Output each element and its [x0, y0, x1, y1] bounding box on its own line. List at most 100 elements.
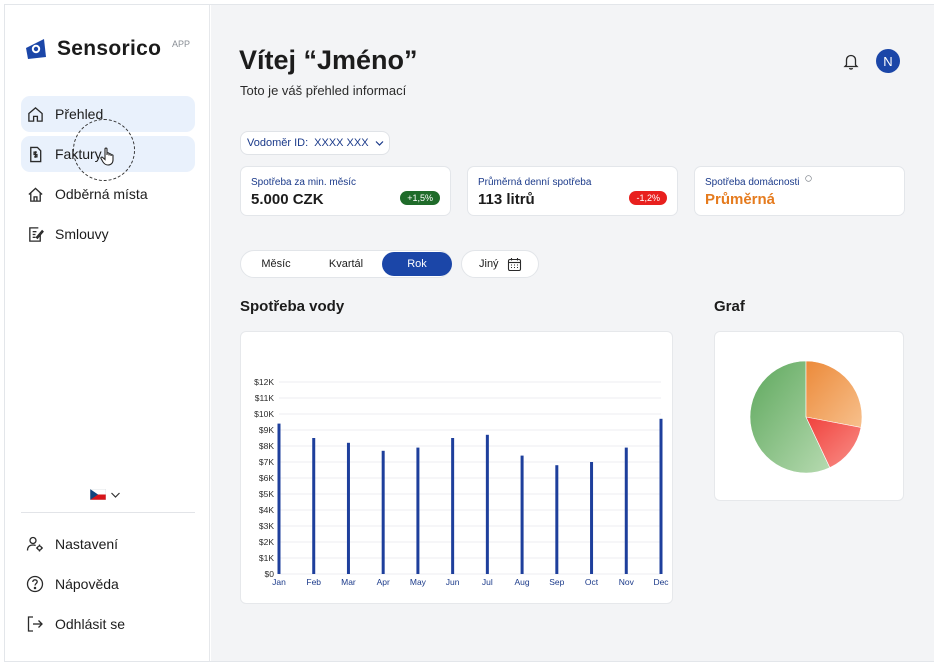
- tab-kvartal[interactable]: Kvartál: [313, 252, 379, 276]
- x-tick-label: Jun: [446, 577, 460, 587]
- x-tick-label: Dec: [653, 577, 669, 587]
- y-tick-label: $5K: [259, 489, 274, 499]
- sidebar-item-label: Nápověda: [55, 576, 119, 592]
- pie-chart: [749, 360, 863, 474]
- x-tick-label: Apr: [377, 577, 390, 587]
- cursor-highlight: [73, 119, 135, 181]
- x-tick-label: Feb: [306, 577, 321, 587]
- bar-feb: [312, 438, 316, 574]
- bar-mar: [346, 442, 350, 574]
- contract-icon: [26, 225, 44, 243]
- main-content: Vítej “Jméno” Toto je váš přehled inform…: [211, 5, 934, 661]
- custom-period-button[interactable]: Jiný: [461, 250, 539, 278]
- chevron-down-icon: [375, 140, 383, 146]
- stat-card-monthly: Spotřeba za min. měsíc 5.000 CZK +1,5%: [240, 166, 451, 216]
- bar-chart: $0$1K$2K$3K$4K$5K$6K$7K$8K$9K$10K$11K$12…: [254, 377, 669, 587]
- page-subtitle: Toto je váš přehled informací: [240, 83, 407, 98]
- period-tabs: Měsíc Kvartál Rok: [240, 250, 452, 278]
- y-tick-label: $12K: [254, 377, 274, 387]
- bar-nov: [624, 447, 628, 574]
- custom-period-label: Jiný: [479, 258, 499, 270]
- stat-card-household: Spotřeba domácnosti Průměrná: [694, 166, 905, 216]
- stat-change-badge: -1,2%: [629, 191, 667, 205]
- bar-dec: [659, 418, 663, 574]
- x-tick-label: Jul: [482, 577, 493, 587]
- stat-change-badge: +1,5%: [400, 191, 440, 205]
- x-tick-label: May: [410, 577, 427, 587]
- language-selector[interactable]: [90, 489, 121, 500]
- bar-sep: [555, 465, 559, 574]
- bell-icon[interactable]: [842, 52, 860, 70]
- x-tick-label: Nov: [619, 577, 635, 587]
- bar-jan: [277, 423, 281, 574]
- y-tick-label: $2K: [259, 537, 274, 547]
- sidebar-item-nastaveni[interactable]: Nastavení: [21, 526, 195, 562]
- stat-value: Průměrná: [705, 191, 776, 208]
- avatar[interactable]: N: [876, 49, 900, 73]
- app-window: Sensorico APP Přehled Faktury Odběrná mí…: [0, 0, 938, 666]
- bar-oct: [590, 462, 594, 574]
- y-tick-label: $7K: [259, 457, 274, 467]
- logout-icon: [26, 615, 44, 633]
- stat-label: Spotřeba za min. měsíc: [251, 177, 357, 188]
- y-tick-label: $3K: [259, 521, 274, 531]
- sidebar: Sensorico APP Přehled Faktury Odběrná mí…: [5, 5, 210, 661]
- y-tick-label: $8K: [259, 441, 274, 451]
- stat-value: 5.000 CZK: [251, 191, 324, 208]
- app-name: Sensorico: [57, 37, 162, 60]
- sidebar-item-odhlasit[interactable]: Odhlásit se: [21, 606, 195, 642]
- graph-title: Graf: [714, 298, 745, 315]
- y-tick-label: $1K: [259, 553, 274, 563]
- bar-apr: [381, 450, 385, 574]
- consumption-title: Spotřeba vody: [240, 298, 345, 315]
- bar-jul: [485, 434, 489, 574]
- bar-may: [416, 447, 420, 574]
- sidebar-item-odberna-mista[interactable]: Odběrná místa: [21, 176, 195, 212]
- logo[interactable]: Sensorico APP: [24, 37, 190, 61]
- house-icon: [26, 185, 44, 203]
- sidebar-divider: [21, 512, 195, 513]
- meter-select[interactable]: Vodoměr ID: XXXX XXX: [240, 131, 390, 155]
- invoice-icon: [26, 145, 44, 163]
- chevron-down-icon: [111, 492, 120, 498]
- y-tick-label: $4K: [259, 505, 274, 515]
- y-tick-label: $10K: [254, 409, 274, 419]
- page-title: Vítej “Jméno”: [239, 45, 418, 75]
- pie-slice-1: [805, 360, 863, 428]
- tab-mesic[interactable]: Měsíc: [245, 252, 307, 276]
- x-tick-label: Jan: [272, 577, 286, 587]
- sidebar-item-label: Smlouvy: [55, 226, 109, 242]
- sidebar-item-label: Odhlásit se: [55, 616, 126, 632]
- bar-chart-card: $0 $1K $2K $3K $4K $5K $6K $7K $8K $9K $10K $11K $12…: [240, 331, 673, 604]
- stat-label: Spotřeba domácnosti: [705, 177, 800, 188]
- pie-chart-card: [714, 331, 904, 501]
- tab-rok[interactable]: Rok: [382, 252, 452, 276]
- meter-value: XXXX XXX: [314, 137, 369, 149]
- hand-cursor-icon: [100, 147, 114, 166]
- logo-mark-icon: [26, 39, 46, 59]
- stat-card-daily: Průměrná denní spotřeba 113 litrů -1,2%: [467, 166, 678, 216]
- y-tick-label: $11K: [255, 393, 275, 403]
- home-icon: [26, 105, 44, 123]
- sidebar-item-smlouvy[interactable]: Smlouvy: [21, 216, 195, 252]
- stat-value: 113 litrů: [478, 191, 535, 208]
- sidebar-item-label: Nastavení: [55, 536, 119, 552]
- sidebar-item-label: Odběrná místa: [55, 186, 148, 202]
- calendar-icon: [507, 257, 521, 271]
- x-tick-label: Sep: [549, 577, 564, 587]
- x-tick-label: Aug: [515, 577, 530, 587]
- help-icon: [26, 575, 44, 593]
- sidebar-item-napoveda[interactable]: Nápověda: [21, 566, 195, 602]
- x-tick-label: Oct: [585, 577, 599, 587]
- bar-jun: [451, 438, 455, 574]
- user-settings-icon: [26, 535, 44, 553]
- meter-label: Vodoměr ID:: [247, 137, 309, 149]
- czech-flag-icon: [90, 489, 106, 500]
- bar-aug: [520, 455, 524, 574]
- stat-label: Průměrná denní spotřeba: [478, 177, 592, 188]
- app-badge: APP: [172, 39, 191, 49]
- info-icon[interactable]: [805, 175, 812, 182]
- y-tick-label: $6K: [259, 473, 274, 483]
- x-tick-label: Mar: [341, 577, 356, 587]
- y-tick-label: $9K: [259, 425, 274, 435]
